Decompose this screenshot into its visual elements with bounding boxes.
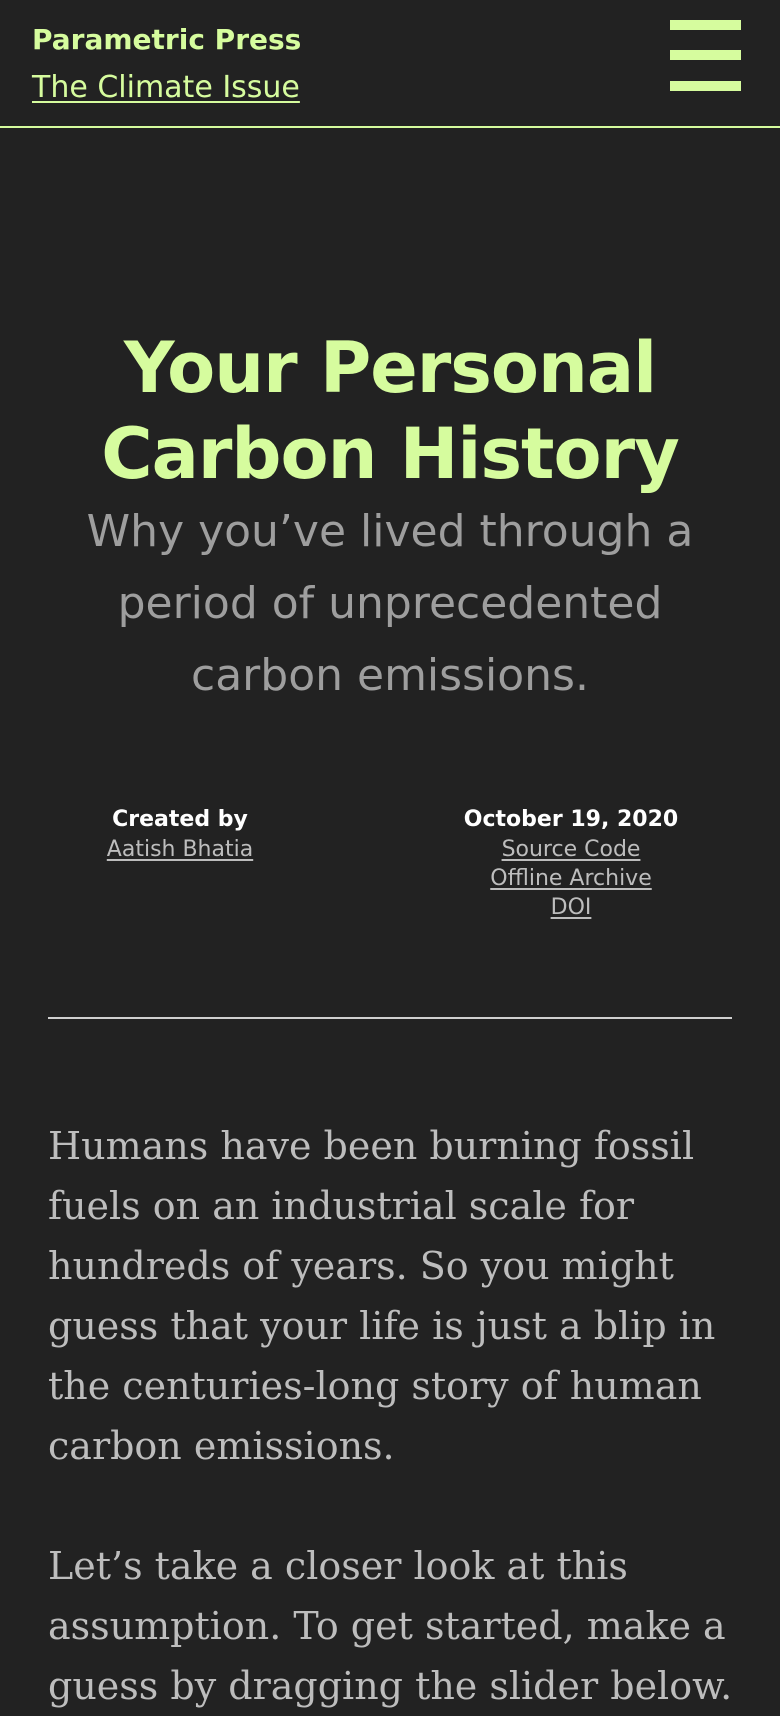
byline-author: Created by Aatish Bhatia — [60, 805, 300, 864]
menu-bar-top — [670, 20, 741, 30]
offline-archive-link[interactable]: Offline Archive — [430, 864, 712, 893]
body-paragraph: Humans have been burning fossil fuels on… — [48, 1124, 716, 1468]
author-link[interactable]: Aatish Bhatia — [60, 835, 300, 864]
issue-link[interactable]: The Climate Issue — [32, 68, 300, 108]
section-divider — [48, 1017, 732, 1019]
menu-bar-bottom — [670, 81, 741, 91]
article-title: Your Personal Carbon History — [101, 327, 679, 495]
site-brand[interactable]: Parametric Press — [32, 20, 301, 60]
doi-link[interactable]: DOI — [430, 893, 712, 922]
body-paragraph: Let’s take a closer look at this assumpt… — [48, 1544, 733, 1708]
article-subtitle: Why you’ve lived through a period of unp… — [86, 506, 694, 701]
byline-meta: October 19, 2020 Source Code Offline Arc… — [430, 805, 712, 922]
created-by-label: Created by — [112, 807, 248, 832]
hamburger-menu-icon[interactable] — [670, 20, 741, 91]
source-code-link[interactable]: Source Code — [430, 835, 712, 864]
site-header: Parametric Press The Climate Issue — [0, 0, 780, 128]
menu-bar-middle — [670, 50, 741, 60]
publish-date: October 19, 2020 — [463, 807, 679, 832]
